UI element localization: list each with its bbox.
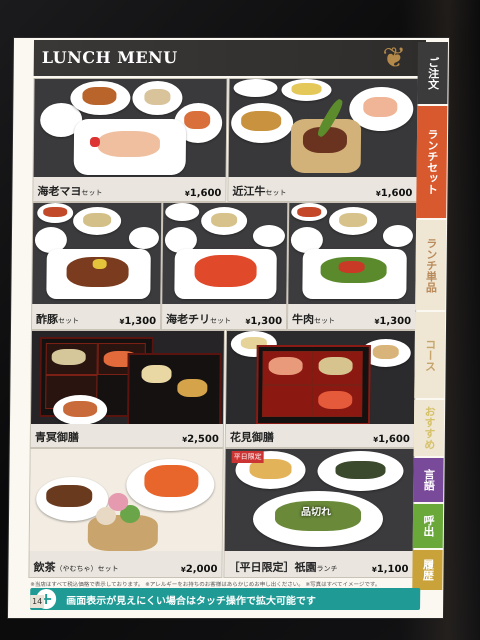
- page-number: 14: [30, 595, 45, 608]
- tab-recommend[interactable]: おすすめ: [413, 400, 445, 456]
- item-name: 青冥御膳: [34, 431, 79, 444]
- menu-item-gion-lunch[interactable]: 平日限定 品切れ ［平日限定］祇園ランチ ¥1,100: [223, 448, 415, 578]
- item-price: ¥1,300: [374, 316, 412, 327]
- menu-screen: LUNCH MENU ❦ 海老マヨセット ¥1,600 近江牛セット ¥1,60…: [7, 38, 450, 618]
- item-name: 海老マヨ: [37, 185, 82, 198]
- menu-item-ebimayo[interactable]: 海老マヨセット ¥1,600: [32, 78, 228, 202]
- menu-item-omi-beef[interactable]: 近江牛セット ¥1,600: [227, 78, 419, 202]
- item-name: 花見御膳: [229, 431, 274, 444]
- tab-label: ランチセット: [425, 129, 440, 195]
- item-price: ¥1,300: [119, 316, 157, 327]
- zoom-hint-text: 画面表示が見えにくい場合はタッチ操作で拡大可能です: [66, 596, 317, 607]
- menu-header: LUNCH MENU ❦: [33, 40, 427, 76]
- item-price: ¥1,300: [245, 316, 283, 327]
- tab-label: ご注文: [426, 56, 440, 90]
- item-price: ¥1,600: [184, 188, 222, 199]
- item-suffix: （やむちゃ）セット: [55, 565, 119, 573]
- item-name: 海老チリ: [166, 313, 211, 326]
- tab-course[interactable]: コース: [414, 312, 446, 398]
- item-suffix: セット: [81, 189, 103, 197]
- weekday-only-tag: 平日限定: [231, 451, 264, 463]
- tab-label: 言語: [422, 469, 436, 491]
- page-title: LUNCH MENU: [41, 48, 178, 67]
- tab-label: 呼出: [421, 515, 436, 537]
- tab-lunch-single[interactable]: ランチ単品: [415, 220, 447, 310]
- tab-label: コース: [423, 338, 437, 372]
- tab-language[interactable]: 言語: [413, 458, 444, 502]
- tab-label: おすすめ: [422, 406, 437, 450]
- item-suffix: セット: [314, 317, 336, 325]
- item-name: 酢豚: [36, 313, 59, 326]
- tab-label: ランチ単品: [424, 237, 438, 293]
- menu-item-seimei-gozen[interactable]: 青冥御膳 ¥2,500: [29, 330, 225, 448]
- item-price: ¥2,000: [180, 564, 218, 575]
- item-suffix: ランチ: [316, 565, 338, 573]
- item-suffix: セット: [210, 317, 232, 325]
- sold-out-label: 品切れ: [301, 507, 332, 518]
- item-price: ¥2,500: [182, 434, 219, 445]
- item-name: 牛肉: [292, 313, 315, 326]
- item-name: 飲茶: [33, 561, 56, 574]
- tab-label: 履歴: [421, 559, 435, 581]
- zoom-hint-bar[interactable]: + 画面表示が見えにくい場合はタッチ操作で拡大可能です: [30, 588, 421, 610]
- item-price: ¥1,100: [371, 564, 409, 575]
- tab-order[interactable]: ご注文: [417, 42, 448, 104]
- tab-lunch-set[interactable]: ランチセット: [416, 106, 448, 218]
- item-name: ［平日限定］祇園: [228, 561, 317, 574]
- menu-item-ebichiri[interactable]: 海老チリセット ¥1,300: [160, 202, 289, 330]
- item-suffix: セット: [265, 189, 287, 197]
- item-price: ¥1,600: [373, 434, 410, 445]
- item-name: 近江牛: [232, 185, 266, 198]
- footnote: ※当店はすべて税込価格で表示しております。 ※アレルギーをお持ちのお客様はあらか…: [30, 582, 381, 588]
- tab-history[interactable]: 履歴: [412, 550, 443, 590]
- phoenix-emblem-icon: ❦: [382, 41, 407, 74]
- menu-item-yamcha[interactable]: 飲茶（やむちゃ）セット ¥2,000: [28, 448, 224, 578]
- item-suffix: セット: [58, 317, 80, 325]
- menu-item-hanami-gozen[interactable]: 花見御膳 ¥1,600: [224, 330, 416, 448]
- tab-call-staff[interactable]: 呼出: [412, 504, 444, 548]
- item-price: ¥1,600: [375, 188, 413, 199]
- menu-item-gyuniku[interactable]: 牛肉セット ¥1,300: [286, 202, 418, 330]
- menu-item-subuta[interactable]: 酢豚セット ¥1,300: [30, 202, 163, 330]
